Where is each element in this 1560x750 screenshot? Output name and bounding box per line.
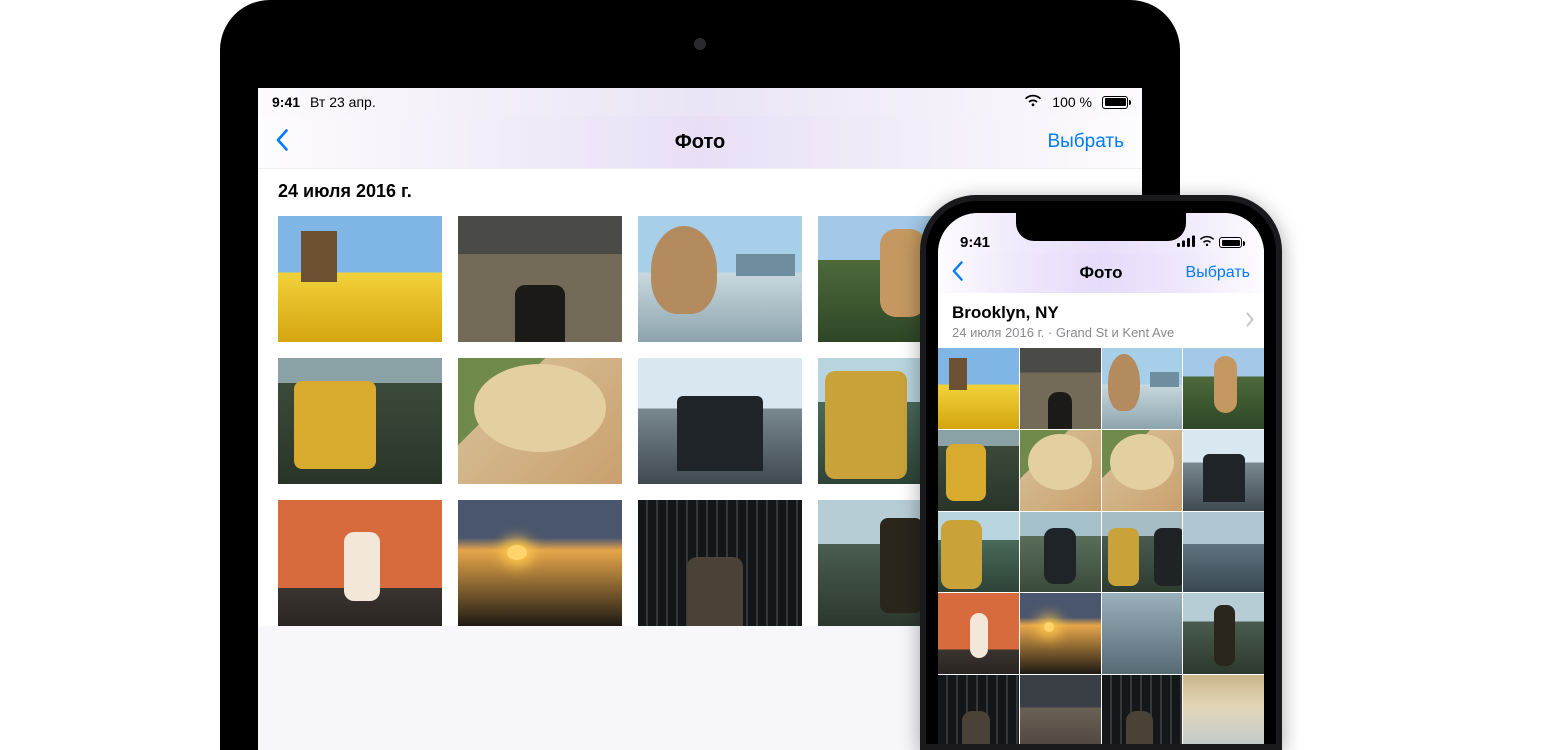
select-button[interactable]: Выбрать bbox=[1047, 131, 1124, 153]
photo-thumb[interactable] bbox=[638, 216, 802, 342]
photo-thumb[interactable] bbox=[458, 216, 622, 342]
photo-thumb[interactable] bbox=[1020, 675, 1101, 744]
photo-thumb[interactable] bbox=[1183, 593, 1264, 674]
photo-thumb[interactable] bbox=[1183, 430, 1264, 511]
battery-icon bbox=[1102, 96, 1128, 109]
iphone-notch bbox=[1016, 213, 1186, 241]
status-time: 9:41 bbox=[272, 94, 300, 110]
iphone-screen: 9:41 Фото Выбрать bbox=[938, 213, 1264, 744]
photo-thumb[interactable] bbox=[1102, 512, 1183, 593]
location-header[interactable]: Brooklyn, NY 24 июля 2016 г. · Grand St … bbox=[938, 293, 1264, 348]
photo-thumb[interactable] bbox=[1183, 348, 1264, 429]
photo-thumb[interactable] bbox=[938, 430, 1019, 511]
photo-thumb[interactable] bbox=[278, 500, 442, 626]
photo-thumb[interactable] bbox=[1102, 430, 1183, 511]
photo-thumb[interactable] bbox=[458, 500, 622, 626]
photo-thumb[interactable] bbox=[938, 593, 1019, 674]
chevron-right-icon bbox=[1246, 310, 1254, 331]
photo-thumb[interactable] bbox=[278, 358, 442, 484]
photo-thumb[interactable] bbox=[458, 358, 622, 484]
ipad-camera-dot bbox=[694, 38, 706, 50]
photo-thumb[interactable] bbox=[1020, 593, 1101, 674]
iphone-nav-bar: Фото Выбрать bbox=[938, 253, 1264, 293]
back-button[interactable] bbox=[276, 129, 288, 156]
photo-thumb[interactable] bbox=[1020, 512, 1101, 593]
status-time: 9:41 bbox=[960, 234, 990, 251]
wifi-icon bbox=[1199, 234, 1215, 251]
photo-thumb[interactable] bbox=[1102, 675, 1183, 744]
photo-thumb[interactable] bbox=[638, 500, 802, 626]
ipad-status-bar: 9:41 Вт 23 апр. 100 % bbox=[258, 88, 1142, 116]
nav-title: Фото bbox=[258, 131, 1142, 154]
battery-icon bbox=[1219, 237, 1242, 248]
photo-thumb[interactable] bbox=[1183, 675, 1264, 744]
photo-thumb[interactable] bbox=[1102, 348, 1183, 429]
status-battery-pct: 100 % bbox=[1052, 94, 1092, 110]
select-button[interactable]: Выбрать bbox=[1186, 264, 1250, 282]
wifi-icon bbox=[1024, 94, 1042, 110]
location-subtitle: 24 июля 2016 г. · Grand St и Kent Ave bbox=[952, 325, 1250, 340]
photo-thumb[interactable] bbox=[1020, 430, 1101, 511]
photo-thumb[interactable] bbox=[1020, 348, 1101, 429]
photo-thumb[interactable] bbox=[938, 675, 1019, 744]
photo-thumb[interactable] bbox=[938, 348, 1019, 429]
location-title: Brooklyn, NY bbox=[952, 303, 1250, 323]
back-button[interactable] bbox=[952, 261, 963, 286]
ipad-nav-bar: Фото Выбрать bbox=[258, 116, 1142, 168]
iphone-photo-grid bbox=[938, 348, 1264, 744]
photo-thumb[interactable] bbox=[938, 512, 1019, 593]
photo-thumb[interactable] bbox=[278, 216, 442, 342]
iphone-device: 9:41 Фото Выбрать bbox=[920, 195, 1282, 750]
status-date: Вт 23 апр. bbox=[310, 94, 376, 110]
photo-thumb[interactable] bbox=[638, 358, 802, 484]
photo-thumb[interactable] bbox=[1183, 512, 1264, 593]
photo-thumb[interactable] bbox=[1102, 593, 1183, 674]
